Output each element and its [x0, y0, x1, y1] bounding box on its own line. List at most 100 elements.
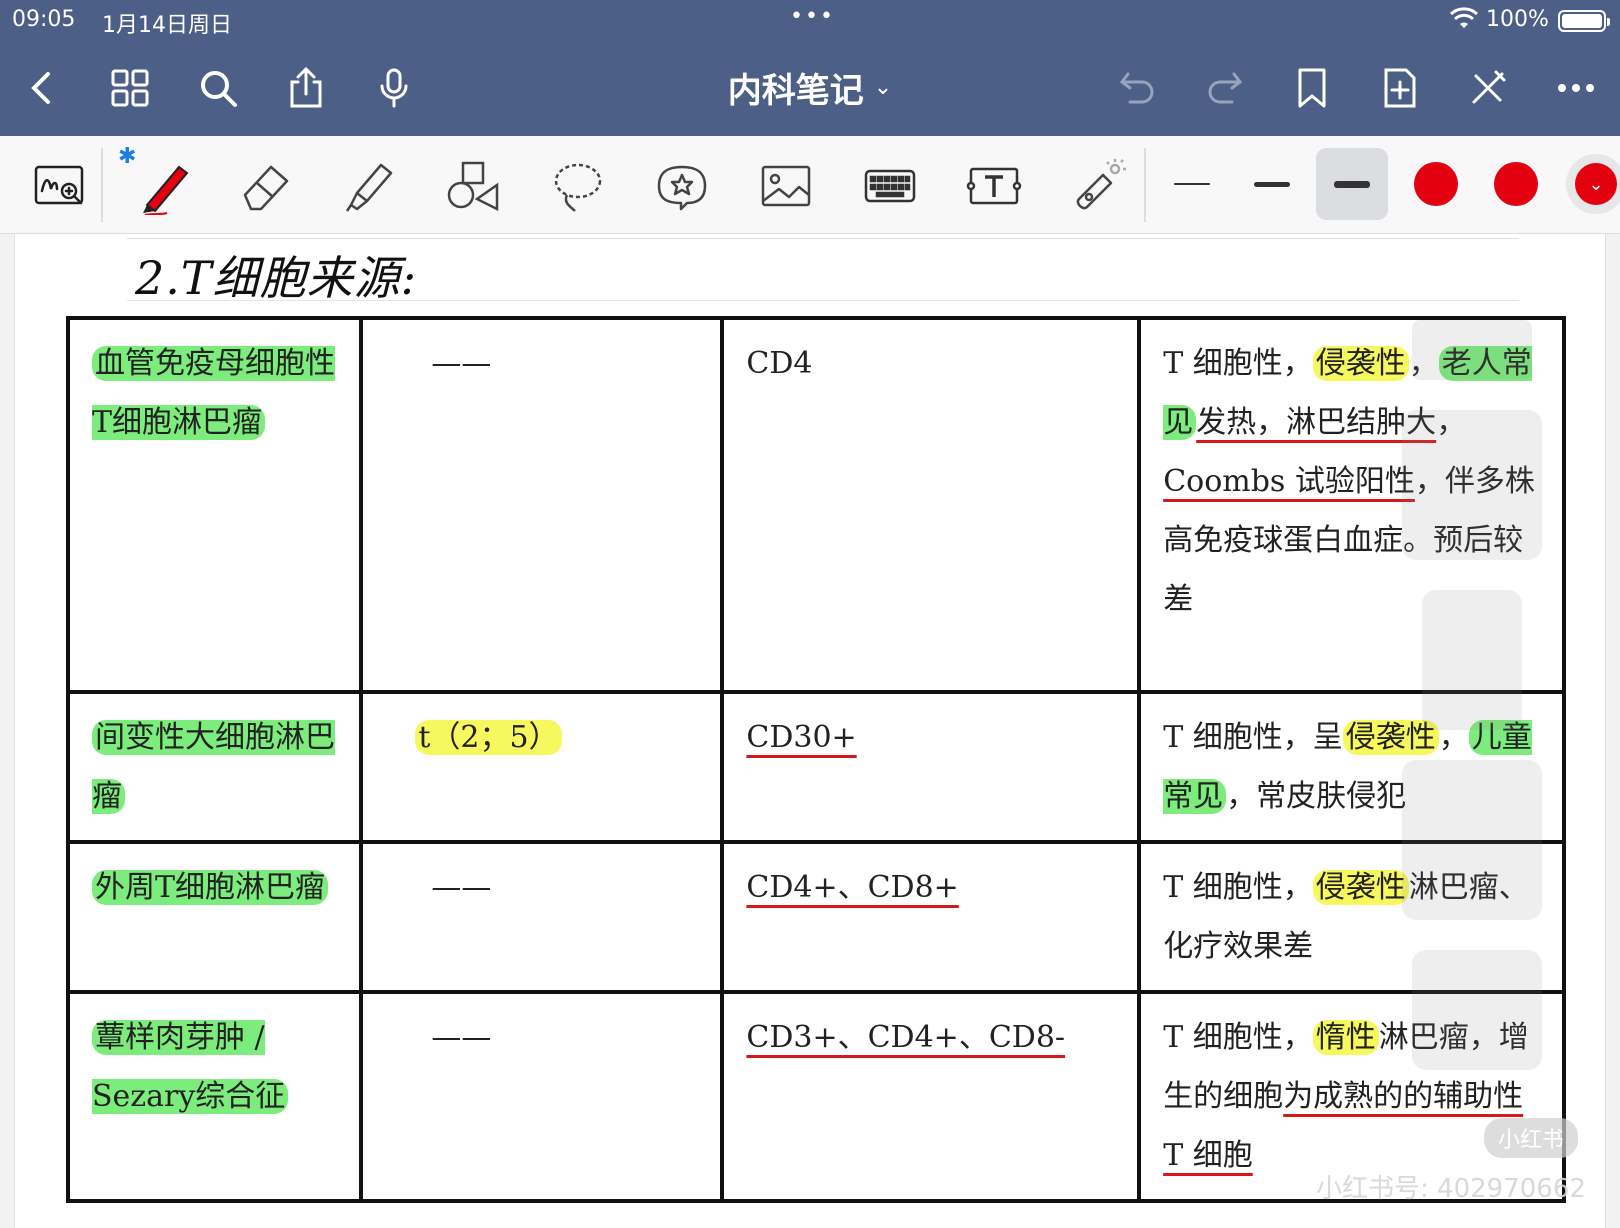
- immunophenotype: CD3+、CD4+、CD8-: [746, 1020, 1066, 1055]
- clinical-feature-text: ，常皮肤侵犯: [1226, 779, 1407, 814]
- lymphoma-name-cell: 外周T细胞淋巴瘤: [65, 840, 364, 994]
- microphone-icon: [380, 68, 408, 108]
- shapes-tool[interactable]: [438, 150, 510, 222]
- clinical-feature-text: 侵袭性: [1312, 870, 1409, 905]
- clinical-feature-text: T 细胞性，: [1163, 870, 1313, 905]
- watermark-badge: 小红书: [1484, 1118, 1579, 1158]
- lymphoma-name-cell: 蕈样肉芽肿 / Sezary综合征: [65, 990, 364, 1203]
- eraser-icon: [243, 165, 289, 211]
- immunophenotype-cell: CD4: [720, 316, 1142, 694]
- status-date: 1月14日周日: [102, 13, 232, 38]
- share-button[interactable]: [278, 60, 334, 116]
- eraser-tool[interactable]: [230, 150, 302, 222]
- more-button[interactable]: [1548, 60, 1604, 116]
- grid-icon: [111, 69, 149, 107]
- lymphoma-name: 蕈样肉芽肿 / Sezary综合征: [92, 1020, 289, 1114]
- battery-icon: [1558, 10, 1610, 32]
- clinical-feature-text: T 细胞性，: [1163, 1020, 1313, 1055]
- translocation-cell: ——: [359, 990, 725, 1203]
- color-swatch-1[interactable]: [1414, 162, 1458, 206]
- drawing-toolbar: ✱ ⌄: [0, 136, 1620, 234]
- color-swatch-2[interactable]: [1494, 162, 1538, 206]
- lymphoma-name-cell: 间变性大细胞淋巴瘤: [65, 690, 364, 844]
- status-time: 09:05: [12, 7, 76, 32]
- redo-icon: [1208, 72, 1243, 104]
- clinical-feature-text: ，: [1436, 405, 1467, 440]
- immunophenotype: CD4+、CD8+: [746, 870, 959, 905]
- bookmark-icon: [1298, 68, 1326, 108]
- image-tool[interactable]: [750, 150, 822, 222]
- more-icon: [1558, 84, 1594, 92]
- shapes-icon: [447, 161, 499, 212]
- color-picker-button[interactable]: ⌄: [1566, 154, 1620, 214]
- search-icon: [201, 71, 237, 107]
- handwriting-zoom-button[interactable]: [24, 150, 96, 222]
- immunophenotype-cell: CD3+、CD4+、CD8-: [720, 990, 1142, 1203]
- keyboard-icon: [864, 169, 916, 203]
- battery-percent: 100%: [1486, 7, 1549, 32]
- handwriting-zoom-icon: [34, 165, 84, 205]
- sticker-icon: [657, 165, 707, 211]
- watermark-id: 小红书号: 402970662: [1316, 1174, 1586, 1204]
- clinical-features-cell: T 细胞性， 侵袭性 淋巴瘤、化疗效果差: [1137, 840, 1566, 994]
- translocation: ——: [431, 1020, 492, 1055]
- translocation: t（2；5）: [415, 720, 562, 755]
- lymphoma-name: 外周T细胞淋巴瘤: [92, 870, 329, 905]
- clinical-feature-text: 惰性: [1312, 1020, 1379, 1055]
- thumbnails-button[interactable]: [102, 60, 158, 116]
- exit-writing-button[interactable]: [1460, 60, 1516, 116]
- status-bar: 09:05 1月14日周日 ••• 100%: [0, 0, 1620, 40]
- lasso-icon: [554, 163, 602, 212]
- wifi-icon: [1450, 7, 1478, 28]
- lymphoma-table: 血管免疫母细胞性T细胞淋巴瘤 —— CD4 T 细胞性， 侵袭性，老人常见 发热，淋巴结肿…: [65, 316, 1566, 1203]
- microphone-button[interactable]: [366, 60, 422, 116]
- keyboard-tool[interactable]: [854, 150, 926, 222]
- search-button[interactable]: [190, 60, 246, 116]
- add-page-button[interactable]: [1372, 60, 1428, 116]
- clinical-feature-text: ，: [1438, 720, 1469, 755]
- clinical-feature-text: Coombs 试验阳性: [1163, 464, 1415, 499]
- image-icon: [761, 165, 811, 207]
- clinical-feature-text: ，: [1408, 346, 1439, 381]
- translocation-cell: ——: [359, 840, 725, 994]
- medium-line-icon: [1254, 181, 1290, 187]
- lymphoma-name: 间变性大细胞淋巴瘤: [92, 720, 335, 814]
- translocation: ——: [431, 870, 492, 905]
- sticker-tool[interactable]: [646, 150, 718, 222]
- notebook-title-dropdown[interactable]: 内科笔记 ⌄: [680, 62, 940, 112]
- notebook-title: 内科笔记: [727, 70, 864, 111]
- lymphoma-name: 血管免疫母细胞性T细胞淋巴瘤: [92, 346, 335, 440]
- back-icon: [31, 72, 50, 104]
- chevron-down-icon: ⌄: [1575, 163, 1617, 205]
- highlighter-tool[interactable]: [334, 150, 406, 222]
- multitasking-dots-icon[interactable]: •••: [790, 4, 835, 29]
- stroke-width-medium[interactable]: [1236, 148, 1308, 220]
- immunophenotype: CD4: [746, 346, 813, 381]
- clinical-feature-text: 侵袭性: [1342, 720, 1439, 755]
- immunophenotype-cell: CD30+: [720, 690, 1142, 844]
- pen-tool[interactable]: [128, 150, 200, 222]
- translocation: ——: [431, 346, 492, 381]
- immunophenotype-cell: CD4+、CD8+: [720, 840, 1142, 994]
- highlighter-icon: [345, 163, 393, 212]
- lymphoma-name-cell: 血管免疫母细胞性T细胞淋巴瘤: [65, 316, 364, 694]
- stroke-width-thick[interactable]: [1316, 148, 1388, 220]
- bookmark-button[interactable]: [1284, 60, 1340, 116]
- chevron-down-icon: ⌄: [873, 74, 893, 100]
- redo-button[interactable]: [1196, 60, 1252, 116]
- thin-line-icon: [1174, 183, 1210, 185]
- undo-button[interactable]: [1110, 60, 1166, 116]
- clinical-feature-text: T 细胞性，呈: [1163, 720, 1343, 755]
- text-box-tool[interactable]: [958, 150, 1030, 222]
- text-box-icon: [966, 167, 1022, 205]
- back-button[interactable]: [14, 60, 70, 116]
- clinical-feature-text: 侵袭性: [1312, 346, 1409, 381]
- laser-pointer-tool[interactable]: [1062, 150, 1134, 222]
- clinical-features-cell: T 细胞性，呈 侵袭性，儿童常见 ，常皮肤侵犯: [1137, 690, 1566, 844]
- translocation-cell: t（2；5）: [359, 690, 725, 844]
- undo-icon: [1119, 72, 1154, 104]
- nav-bar: 内科笔记 ⌄: [0, 40, 1620, 136]
- stroke-width-thin[interactable]: [1156, 148, 1228, 220]
- table-row: 外周T细胞淋巴瘤 —— CD4+、CD8+ T 细胞性， 侵袭性 淋巴瘤、化疗效果差: [65, 840, 1566, 994]
- lasso-tool[interactable]: [542, 150, 614, 222]
